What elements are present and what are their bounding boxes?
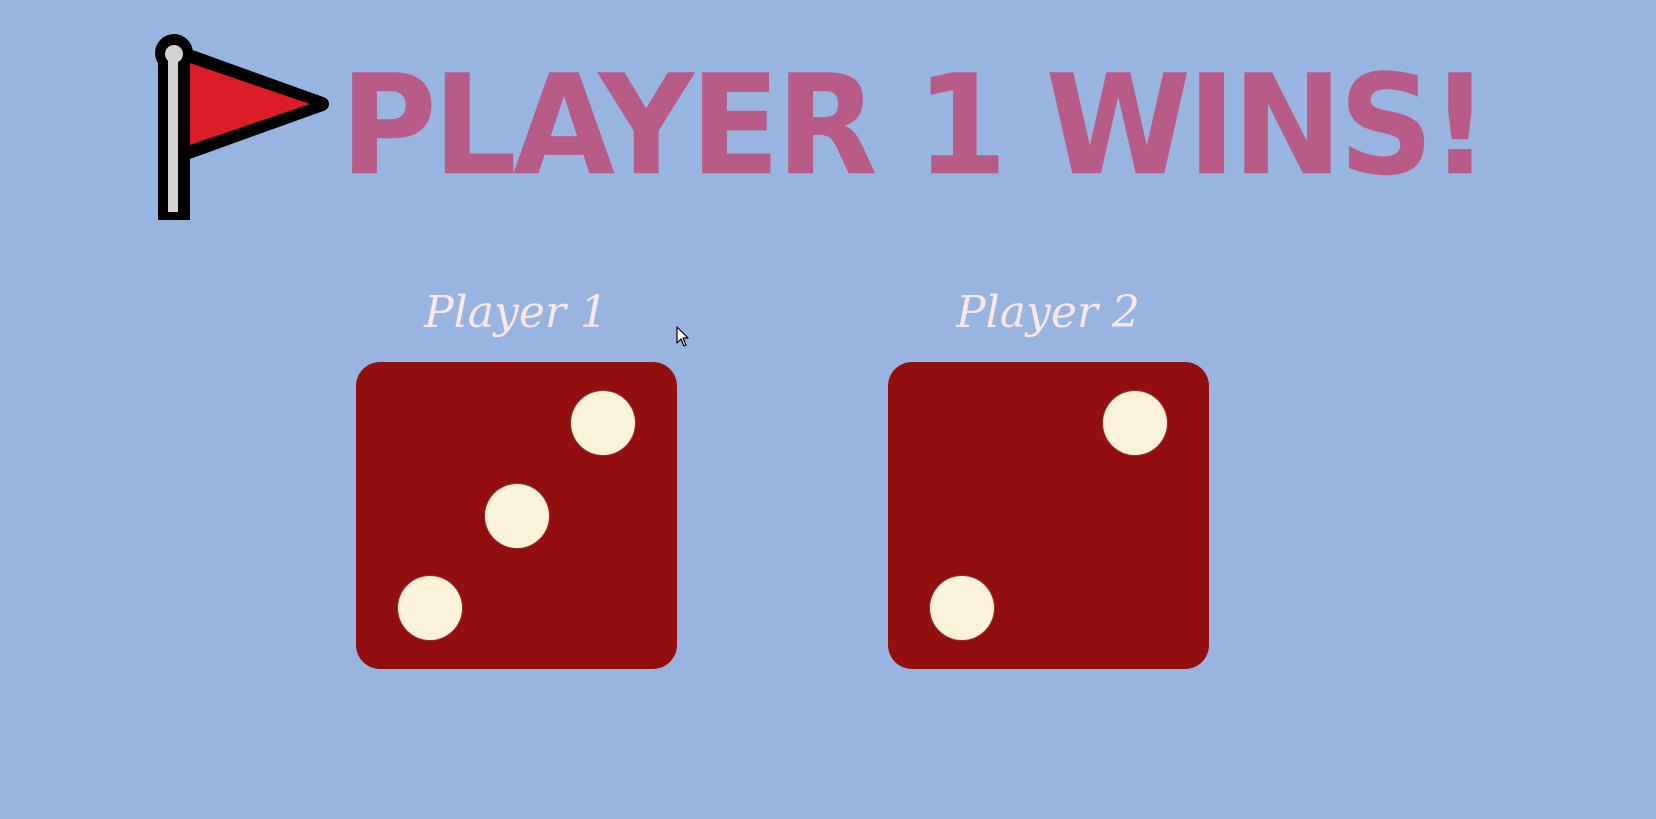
- die-pip: [929, 575, 994, 640]
- flag-pole-knob: [165, 45, 183, 63]
- winner-banner: PLAYER 1 WINS!: [340, 45, 1490, 207]
- flag-pole: [168, 56, 178, 212]
- die-pip: [397, 575, 462, 640]
- player-2-die[interactable]: [888, 362, 1209, 669]
- mouse-cursor-icon: [676, 326, 689, 347]
- die-pip: [1103, 391, 1168, 456]
- player-1-label: Player 1: [424, 287, 608, 338]
- game-screen: PLAYER 1 WINS! Player 1 Player 2: [0, 0, 1656, 819]
- flag-icon: [155, 34, 329, 220]
- die-pip: [571, 391, 636, 456]
- die-pip: [484, 483, 549, 548]
- player-1-die[interactable]: [356, 362, 677, 669]
- player-2-label: Player 2: [956, 287, 1140, 338]
